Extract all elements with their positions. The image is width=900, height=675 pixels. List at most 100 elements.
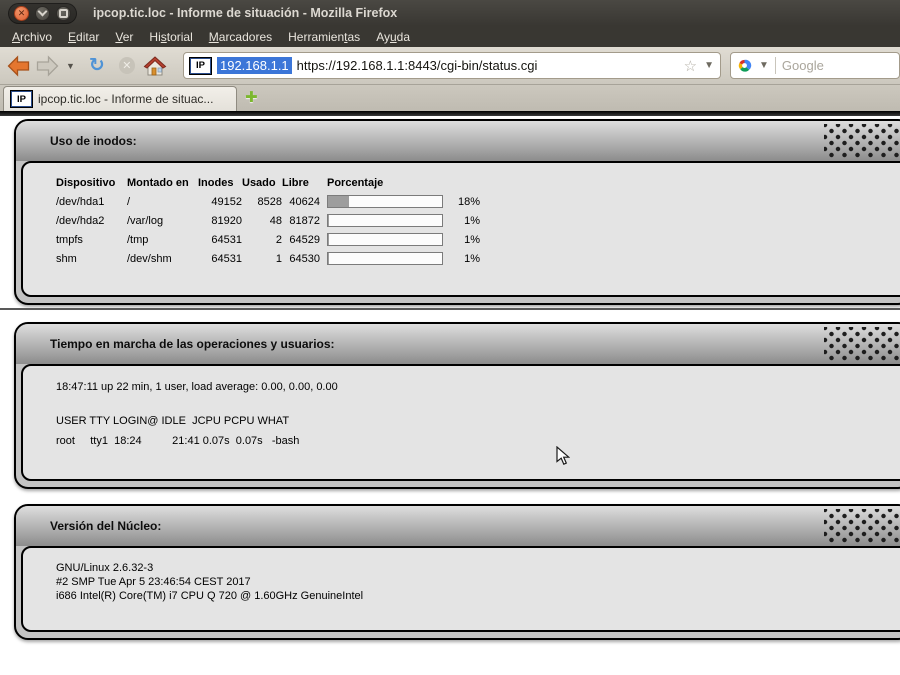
cell-used: 8528	[242, 192, 282, 211]
cell-free: 64530	[282, 249, 320, 268]
who-user-row: root tty1 18:24 21:41 0.07s 0.07s -bash	[56, 435, 900, 447]
window-title: ipcop.tic.loc - Informe de situación - M…	[93, 6, 397, 20]
tabbar: IP ipcop.tic.loc - Informe de situac... …	[0, 85, 900, 111]
panel-inode-usage-header: Uso de inodos:	[16, 121, 900, 161]
column-header: Inodes	[198, 173, 242, 192]
progress-bar-fill	[328, 253, 329, 264]
kernel-line: GNU/Linux 2.6.32-3	[56, 561, 900, 575]
menubar: ArchivoEditarVerHistorialMarcadoresHerra…	[0, 26, 900, 47]
menu-item-archivo[interactable]: Archivo	[4, 28, 60, 46]
google-logo-icon	[737, 58, 752, 73]
cell-inodes: 64531	[198, 230, 242, 249]
menu-item-ayuda[interactable]: Ayuda	[368, 28, 418, 46]
cell-mount: /tmp	[127, 230, 198, 249]
stop-button[interactable]: ✕	[119, 57, 135, 74]
cell-usage-bar	[320, 230, 443, 249]
column-header: Libre	[282, 173, 320, 192]
cell-free: 81872	[282, 211, 320, 230]
panel-uptime-users-body: 18:47:11 up 22 min, 1 user, load average…	[21, 364, 900, 481]
kernel-line: i686 Intel(R) Core(TM) i7 CPU Q 720 @ 1.…	[56, 589, 900, 603]
table-row: shm/dev/shm645311645301%	[56, 249, 480, 268]
search-engine-caret[interactable]: ▼	[759, 60, 769, 71]
cell-device: shm	[56, 249, 127, 268]
close-window-icon[interactable]: ✕	[14, 6, 29, 21]
panel-title: Uso de inodos:	[50, 134, 137, 148]
cell-percentage: 1%	[443, 230, 480, 249]
menu-item-marcadores[interactable]: Marcadores	[201, 28, 280, 46]
cell-free: 40624	[282, 192, 320, 211]
panel-kernel-version-header: Versión del Núcleo:	[16, 506, 900, 546]
search-input[interactable]: Google	[782, 58, 824, 73]
minimize-window-icon[interactable]	[35, 6, 50, 21]
panel-uptime-users-header: Tiempo en marcha de las operaciones y us…	[16, 324, 900, 364]
cell-inodes: 64531	[198, 249, 242, 268]
inode-table-body: /dev/hda1/4915285284062418%/dev/hda2/var…	[56, 192, 480, 268]
cell-usage-bar	[320, 211, 443, 230]
back-arrow-icon	[6, 55, 31, 77]
column-header-empty	[443, 173, 480, 192]
dots-decoration	[824, 327, 900, 361]
inode-table: Dispositivo Montado en Inodes Usado Libr…	[56, 173, 480, 268]
menu-item-editar[interactable]: Editar	[60, 28, 107, 46]
progress-bar	[327, 195, 443, 208]
progress-bar	[327, 252, 443, 265]
window-buttons: ✕	[8, 3, 77, 24]
cell-mount: /	[127, 192, 198, 211]
search-box[interactable]: ▼ Google	[730, 52, 900, 79]
panel-uptime-users: Tiempo en marcha de las operaciones y us…	[14, 322, 900, 489]
cell-inodes: 81920	[198, 211, 242, 230]
panel-kernel-version-body: GNU/Linux 2.6.32-3 #2 SMP Tue Apr 5 23:4…	[21, 546, 900, 632]
column-header: Dispositivo	[56, 173, 127, 192]
cell-used: 1	[242, 249, 282, 268]
column-header: Porcentaje	[320, 173, 443, 192]
table-row: tmpfs/tmp64531264529 1%	[56, 230, 480, 249]
cell-free: 64529	[282, 230, 320, 249]
cell-device: tmpfs	[56, 230, 127, 249]
history-dropdown-caret[interactable]: ▼	[66, 61, 75, 71]
column-header: Montado en	[127, 173, 198, 192]
panel-inode-usage-body: Dispositivo Montado en Inodes Usado Libr…	[21, 161, 900, 297]
cell-used: 2	[242, 230, 282, 249]
progress-bar-fill	[328, 234, 329, 245]
uptime-line: 18:47:11 up 22 min, 1 user, load average…	[56, 381, 900, 393]
tab-label: ipcop.tic.loc - Informe de situac...	[38, 92, 213, 106]
menu-item-herramientas[interactable]: Herramientas	[280, 28, 368, 46]
column-header: Usado	[242, 173, 282, 192]
maximize-window-icon[interactable]	[56, 6, 71, 21]
panel-kernel-version: Versión del Núcleo: GNU/Linux 2.6.32-3 #…	[14, 504, 900, 640]
progress-bar-fill	[328, 196, 349, 207]
cell-percentage: 18%	[443, 192, 480, 211]
progress-bar	[327, 214, 443, 227]
table-row: /dev/hda1/49152852840624 18%	[56, 192, 480, 211]
panel-inode-usage: Uso de inodos: Dispositivo Montado en In…	[14, 119, 900, 305]
cell-percentage: 1%	[443, 249, 480, 268]
forward-arrow-icon	[35, 55, 60, 77]
cell-inodes: 49152	[198, 192, 242, 211]
url-dropdown-caret[interactable]: ▼	[704, 60, 714, 71]
forward-button[interactable]	[35, 55, 60, 77]
who-header-line: USER TTY LOGIN@ IDLE JCPU PCPU WHAT	[56, 415, 900, 427]
menu-item-historial[interactable]: Historial	[141, 28, 200, 46]
bookmark-star-icon[interactable]: ☆	[684, 57, 697, 75]
section-separator	[0, 308, 900, 310]
menu-item-ver[interactable]: Ver	[107, 28, 141, 46]
dots-decoration	[824, 509, 900, 543]
url-bar[interactable]: IP 192.168.1.1 https://192.168.1.1:8443/…	[183, 52, 721, 79]
cell-usage-bar	[320, 249, 443, 268]
cell-device: /dev/hda1	[56, 192, 127, 211]
cell-percentage: 1%	[443, 211, 480, 230]
new-tab-button[interactable]: ✚	[245, 88, 258, 106]
site-favicon: IP	[190, 58, 211, 74]
home-button[interactable]	[143, 55, 167, 77]
panel-title: Tiempo en marcha de las operaciones y us…	[50, 337, 335, 351]
reload-button[interactable]: ↻	[89, 54, 105, 77]
search-divider	[775, 57, 776, 74]
mouse-cursor	[556, 446, 570, 466]
back-button[interactable]	[6, 55, 31, 77]
page-content: Uso de inodos: Dispositivo Montado en In…	[0, 116, 900, 675]
cell-device: /dev/hda2	[56, 211, 127, 230]
tab-active[interactable]: IP ipcop.tic.loc - Informe de situac...	[3, 86, 237, 111]
url-selected-text: 192.168.1.1	[217, 57, 292, 74]
home-icon	[143, 55, 167, 77]
table-row: /dev/hda2/var/log8192048818721%	[56, 211, 480, 230]
